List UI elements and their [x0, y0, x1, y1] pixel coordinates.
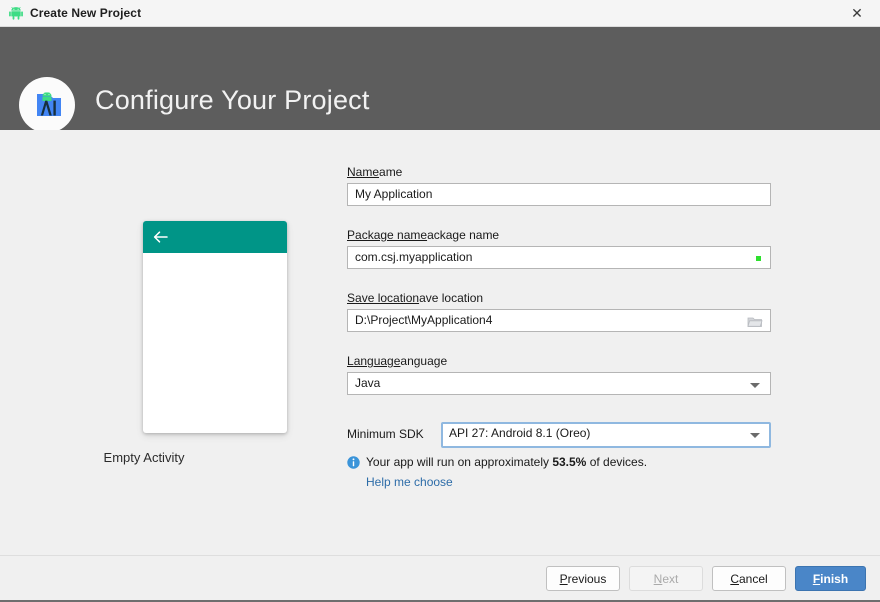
arrow-left-icon — [153, 230, 168, 244]
finish-button[interactable]: Finish — [795, 566, 866, 591]
dialog-content: Empty Activity Nameame My Application Pa… — [0, 130, 880, 555]
cancel-button[interactable]: Cancel — [712, 566, 786, 591]
name-label: Nameame — [347, 165, 403, 179]
minimum-sdk-label: Minimum SDK — [347, 427, 424, 441]
dialog-footer: Previous Next Cancel Finish — [0, 555, 880, 600]
chevron-down-icon — [750, 383, 760, 388]
save-location-input[interactable]: D:\Project\MyApplication4 — [347, 309, 771, 332]
device-coverage-percent: 53.5% — [552, 455, 587, 469]
activity-preview-appbar — [143, 221, 287, 253]
package-name-input-value: com.csj.myapplication — [355, 250, 473, 264]
language-select-value: Java — [355, 376, 381, 390]
folder-icon[interactable] — [747, 315, 763, 328]
chevron-down-icon — [750, 433, 760, 438]
dialog-title: Create New Project — [30, 6, 142, 20]
field-group-save-location: Save locationave location D:\Project\MyA… — [347, 291, 771, 332]
save-location-label: Save locationave location — [347, 291, 484, 305]
package-name-label: Package nameackage name — [347, 228, 500, 242]
field-group-minimum-sdk: Minimum SDK API 27: Android 8.1 (Oreo) — [347, 422, 771, 448]
activity-template-preview[interactable] — [143, 221, 287, 433]
name-input-value: My Application — [355, 187, 433, 201]
dialog-header: Configure Your Project — [0, 27, 880, 133]
device-coverage-info: Your app will run on approximately 53.5%… — [347, 455, 771, 489]
activity-preview-card — [143, 221, 287, 433]
package-name-input[interactable]: com.csj.myapplication — [347, 246, 771, 269]
android-studio-logo — [18, 76, 76, 134]
content-scrollbar-track[interactable] — [845, 150, 856, 550]
minimum-sdk-select[interactable]: API 27: Android 8.1 (Oreo) — [441, 422, 771, 448]
field-group-name: Nameame My Application — [347, 165, 771, 206]
language-select[interactable]: Java — [347, 372, 771, 395]
save-location-input-value: D:\Project\MyApplication4 — [355, 313, 493, 327]
activity-template-label: Empty Activity — [103, 450, 185, 465]
close-icon[interactable]: ✕ — [834, 0, 880, 26]
next-button[interactable]: Next — [629, 566, 703, 591]
info-icon — [347, 456, 360, 469]
android-robot-icon — [8, 6, 24, 21]
dialog-titlebar: Create New Project ✕ — [0, 0, 880, 27]
name-input[interactable]: My Application — [347, 183, 771, 206]
validity-indicator-icon — [756, 256, 761, 261]
help-me-choose-link[interactable]: Help me choose — [366, 475, 453, 489]
language-label: Languageanguage — [347, 354, 448, 368]
field-group-language: Languageanguage Java — [347, 354, 771, 395]
create-new-project-dialog: Create New Project ✕ Configure Your Proj… — [0, 0, 880, 602]
device-coverage-prefix: Your app will run on approximately — [366, 455, 553, 469]
previous-button[interactable]: Previous — [546, 566, 620, 591]
page-title: Configure Your Project — [95, 85, 370, 115]
device-coverage-text: Your app will run on approximately 53.5%… — [347, 455, 771, 472]
device-coverage-suffix: of devices. — [586, 455, 648, 469]
field-group-package-name: Package nameackage name com.csj.myapplic… — [347, 228, 771, 269]
minimum-sdk-select-value: API 27: Android 8.1 (Oreo) — [449, 426, 591, 440]
